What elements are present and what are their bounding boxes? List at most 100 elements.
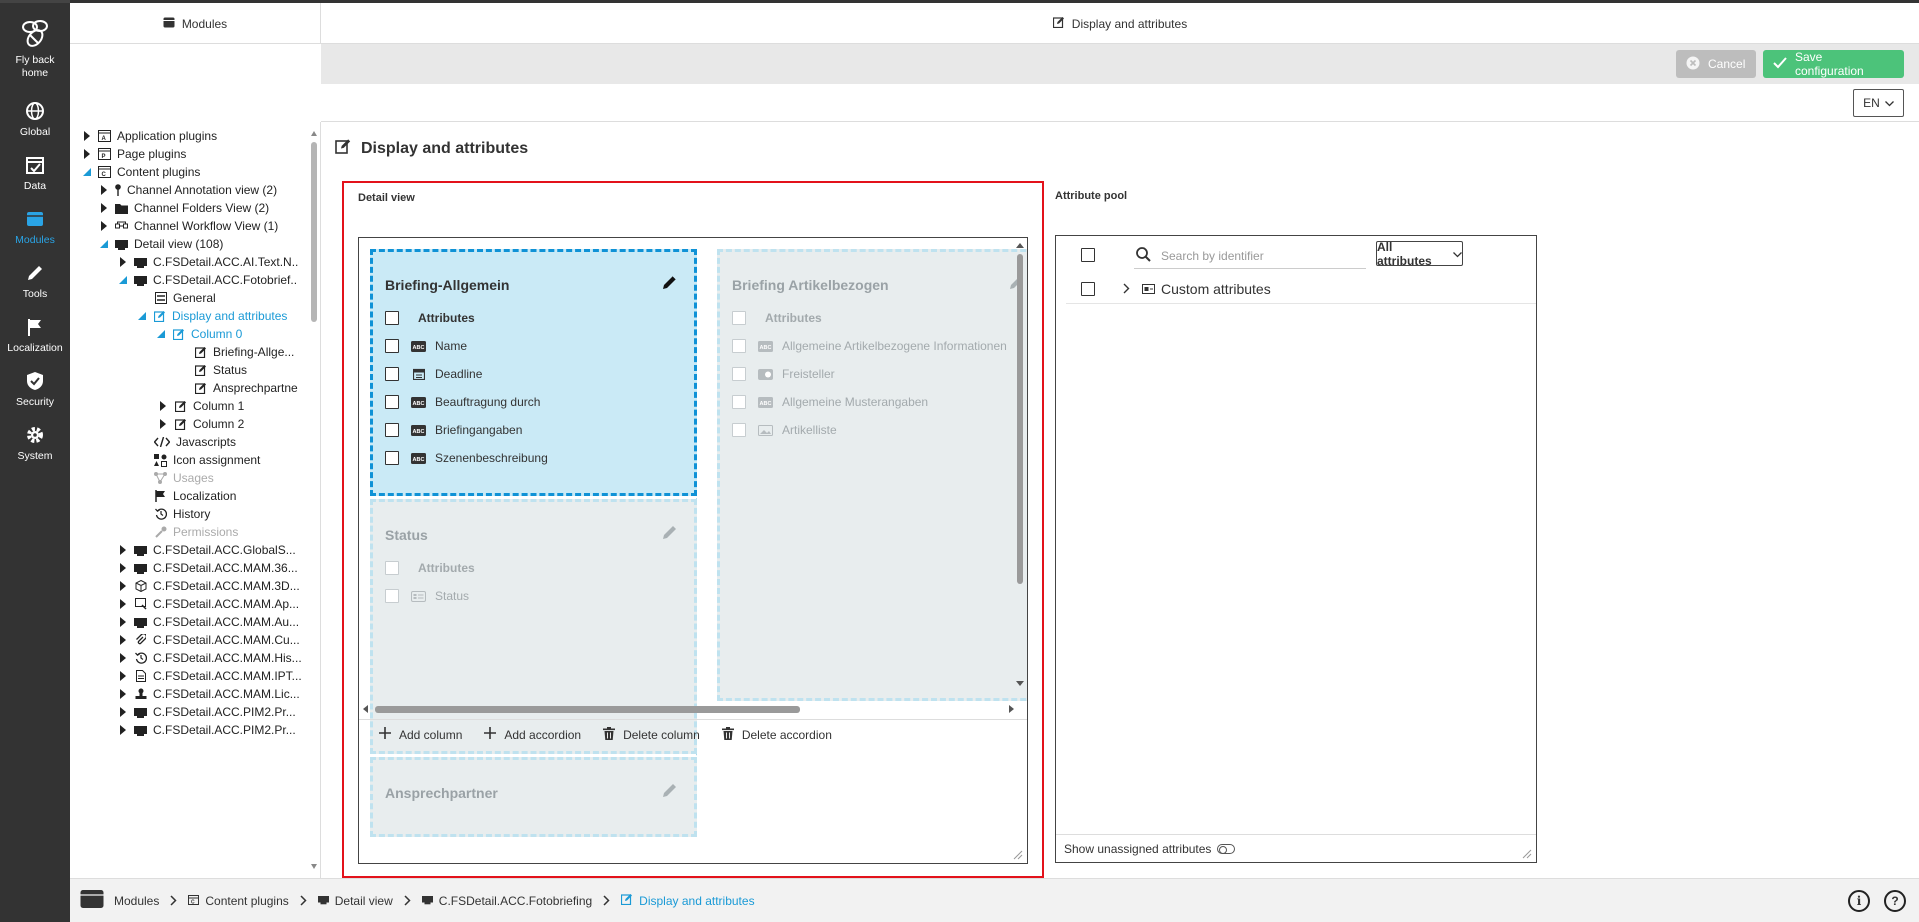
collapse-arrow-icon[interactable] (82, 167, 92, 177)
attribute-row-musterangaben[interactable]: ABC Allgemeine Musterangaben (732, 392, 928, 412)
breadcrumb-item-display-and-attributes[interactable]: Display and attributes (621, 893, 755, 908)
expand-arrow-icon[interactable] (82, 131, 92, 141)
expand-arrow-icon[interactable] (118, 653, 128, 663)
attribute-checkbox[interactable] (385, 339, 399, 353)
vertical-scrollbar-thumb[interactable] (1017, 254, 1023, 584)
tree-scrollbar[interactable] (310, 128, 318, 873)
accordion-ansprechpartner[interactable]: Ansprechpartner (370, 757, 697, 837)
expand-arrow-icon[interactable] (158, 401, 168, 411)
breadcrumb-item-content-plugins[interactable]: C Content plugins (188, 894, 289, 908)
attribute-pool-row-custom-attributes[interactable]: Custom attributes (1066, 274, 1536, 304)
attribute-row-artikelliste[interactable]: Artikelliste (732, 420, 837, 440)
expand-arrow-icon[interactable] (118, 599, 128, 609)
fly-back-home-button[interactable]: Fly back home (0, 3, 70, 85)
attribute-checkbox[interactable] (732, 395, 746, 409)
expand-arrow-icon[interactable] (118, 725, 128, 735)
resize-handle-icon[interactable] (1522, 848, 1532, 859)
attribute-checkbox[interactable] (732, 367, 746, 381)
attribute-label: Allgemeine Artikelbezogene Informationen (782, 339, 1007, 353)
sidebar-item-data[interactable]: Data (0, 145, 70, 199)
expand-arrow-icon[interactable] (158, 419, 168, 429)
select-all-attributes-checkbox[interactable] (1081, 248, 1095, 262)
expand-arrow-icon[interactable] (118, 563, 128, 573)
expand-arrow-icon[interactable] (118, 617, 128, 627)
expand-arrow-icon[interactable] (99, 185, 109, 195)
select-all-checkbox[interactable] (385, 311, 399, 325)
help-icon[interactable]: ? (1884, 890, 1906, 912)
delete-accordion-button[interactable]: Delete accordion (721, 726, 832, 743)
attribute-checkbox[interactable] (385, 423, 399, 437)
tree-item-detail-pim2-pr-b[interactable]: C.FSDetail.ACC.PIM2.Pr... (118, 719, 296, 741)
expand-arrow-icon[interactable] (118, 635, 128, 645)
language-select[interactable]: EN (1853, 89, 1904, 117)
detail-view-icon (134, 256, 147, 269)
resize-handle-icon[interactable] (1013, 849, 1023, 860)
tree-item-label: C.FSDetail.ACC.MAM.3D... (153, 579, 300, 593)
breadcrumb-item-detail-view[interactable]: Detail view (317, 894, 393, 908)
expand-arrow-icon[interactable] (118, 707, 128, 717)
expand-arrow-icon[interactable] (118, 545, 128, 555)
attribute-filter-select[interactable]: All attributes (1376, 240, 1463, 268)
delete-column-button[interactable]: Delete column (603, 726, 700, 743)
attribute-row-szenenbeschreibung[interactable]: ABC Szenenbeschreibung (385, 448, 548, 468)
expand-arrow-icon[interactable] (99, 221, 109, 231)
attribute-checkbox[interactable] (385, 395, 399, 409)
show-unassigned-toggle[interactable] (1217, 843, 1236, 854)
detail-view-horizontal-scrollbar[interactable] (361, 703, 1016, 715)
attribute-row-allgemeine-artikelbezogene[interactable]: ABC Allgemeine Artikelbezogene Informati… (732, 336, 1007, 356)
breadcrumb-item-fotobriefing[interactable]: C.FSDetail.ACC.Fotobriefing (421, 894, 592, 908)
save-configuration-button[interactable]: Save configuration (1763, 50, 1904, 78)
delete-column-label: Delete column (623, 727, 700, 742)
document-icon (134, 670, 147, 683)
expand-arrow-icon[interactable] (118, 671, 128, 681)
attribute-checkbox[interactable] (732, 339, 746, 353)
attribute-row-freisteller[interactable]: Freisteller (732, 364, 835, 384)
select-all-checkbox[interactable] (385, 561, 399, 575)
chevron-right-icon[interactable] (1123, 283, 1130, 294)
sidebar-item-system[interactable]: System (0, 415, 70, 469)
accordion-status[interactable]: Status Attributes Status (370, 499, 697, 754)
edit-accordion-icon[interactable] (662, 274, 678, 293)
attribute-row-deadline[interactable]: Deadline (385, 364, 482, 384)
expand-arrow-icon[interactable] (118, 581, 128, 591)
attribute-row-status[interactable]: Status (385, 586, 469, 606)
expand-arrow-icon[interactable] (118, 689, 128, 699)
attribute-checkbox[interactable] (385, 451, 399, 465)
attribute-pool-checkbox[interactable] (1081, 281, 1095, 296)
status-actions: i ? (1848, 890, 1906, 912)
attribute-row-beauftragung[interactable]: ABC Beauftragung durch (385, 392, 540, 412)
accordion-briefing-allgemein[interactable]: Briefing-Allgemein Attributes ABC Name D… (370, 249, 697, 496)
horizontal-scrollbar-thumb[interactable] (375, 706, 800, 713)
collapse-arrow-icon[interactable] (99, 239, 109, 249)
attribute-checkbox[interactable] (732, 423, 746, 437)
text-abc-icon: ABC (411, 452, 426, 464)
sidebar-item-security[interactable]: Security (0, 361, 70, 415)
collapse-arrow-icon[interactable] (156, 329, 166, 339)
add-column-button[interactable]: Add column (379, 727, 462, 742)
add-accordion-button[interactable]: Add accordion (484, 727, 581, 742)
search-input[interactable]: Search by identifier (1161, 249, 1264, 263)
sidebar-item-tools[interactable]: Tools (0, 253, 70, 307)
expand-arrow-icon[interactable] (118, 257, 128, 267)
collapse-arrow-icon[interactable] (137, 311, 147, 321)
attribute-row-briefingangaben[interactable]: ABC Briefingangaben (385, 420, 522, 440)
cancel-button[interactable]: Cancel (1676, 50, 1756, 78)
column-1[interactable]: Briefing Artikelbezogen Attributes ABC A… (717, 249, 1027, 701)
expand-arrow-icon[interactable] (82, 149, 92, 159)
attribute-search[interactable]: Search by identifier (1134, 243, 1366, 269)
sidebar-item-localization[interactable]: Localization (0, 307, 70, 361)
tree-scrollbar-thumb[interactable] (311, 142, 317, 322)
info-icon[interactable]: i (1848, 890, 1870, 912)
attribute-checkbox[interactable] (385, 367, 399, 381)
breadcrumb-item-modules[interactable]: Modules (80, 889, 159, 912)
select-all-checkbox[interactable] (732, 311, 746, 325)
detail-view-vertical-scrollbar[interactable] (1015, 240, 1025, 690)
attribute-row-name[interactable]: ABC Name (385, 336, 467, 356)
sidebar-item-global[interactable]: Global (0, 91, 70, 145)
edit-accordion-icon[interactable] (662, 524, 678, 543)
edit-accordion-icon[interactable] (662, 782, 678, 801)
attribute-checkbox[interactable] (385, 589, 399, 603)
sidebar-item-modules[interactable]: Modules (0, 199, 70, 253)
expand-arrow-icon[interactable] (99, 203, 109, 213)
collapse-arrow-icon[interactable] (118, 275, 128, 285)
